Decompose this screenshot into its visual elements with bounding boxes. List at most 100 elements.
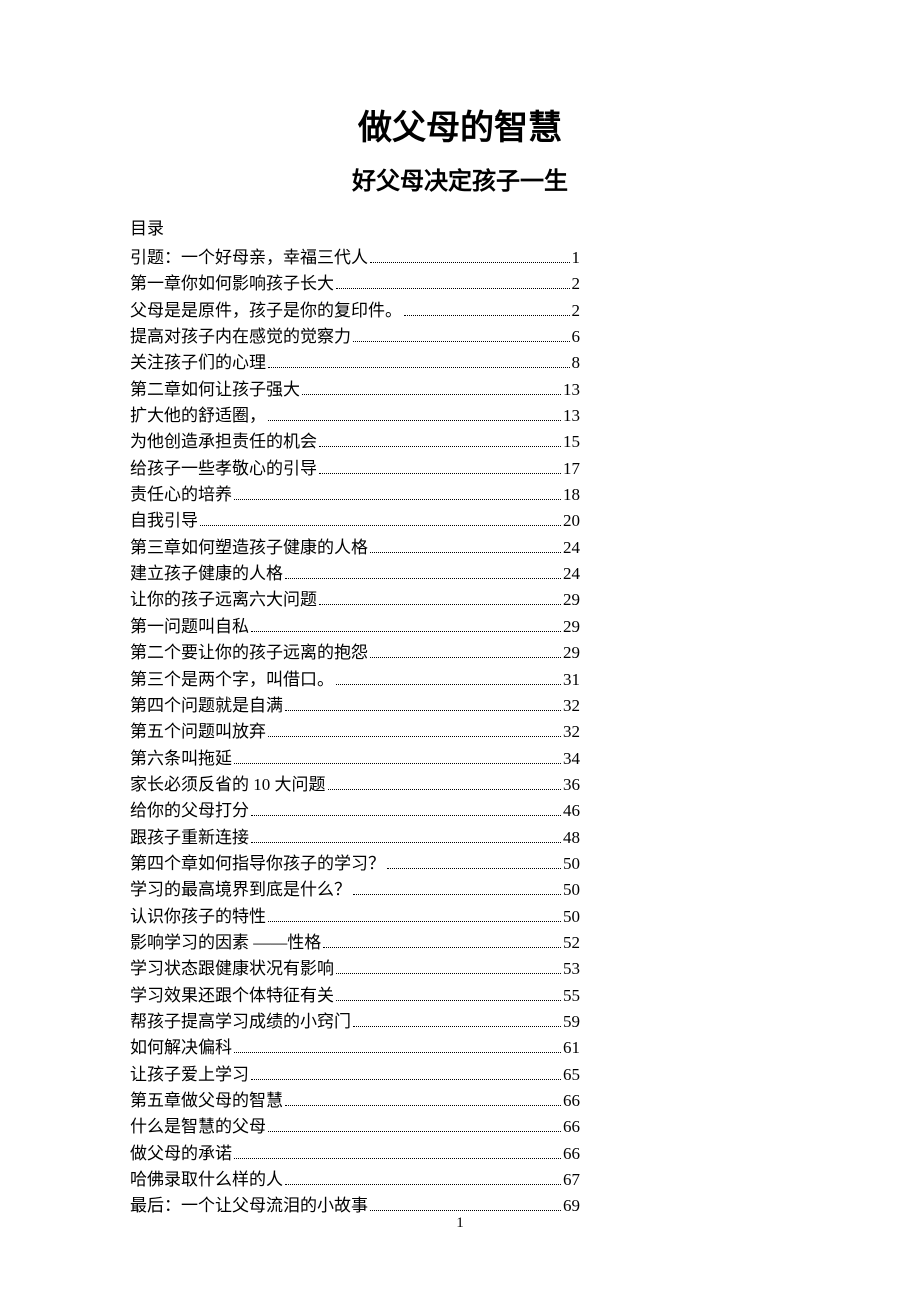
- toc-leader: [370, 552, 561, 553]
- toc-leader: [285, 710, 561, 711]
- toc-entry: 哈佛录取什么样的人 67: [130, 1167, 580, 1193]
- toc-label: 目录: [130, 214, 790, 239]
- toc-entry: 第三章如何塑造孩子健康的人格24: [130, 535, 580, 561]
- toc-entry-text: 第一问题叫自私: [130, 614, 249, 640]
- table-of-contents: 引题：一个好母亲，幸福三代人 1 第一章你如何影响孩子长大 2 父母是是原件，孩子是你的…: [130, 245, 790, 1220]
- toc-entry: 学习效果还跟个体特征有关 55: [130, 983, 580, 1009]
- toc-entry-text: 第一章你如何影响孩子长大: [130, 271, 334, 297]
- toc-entry-page: 13: [563, 403, 580, 429]
- toc-entry: 第五章做父母的智慧66: [130, 1088, 580, 1114]
- toc-leader: [285, 578, 561, 579]
- toc-leader: [319, 604, 561, 605]
- toc-leader: [251, 631, 561, 632]
- toc-entry-text: 学习效果还跟个体特征有关: [130, 983, 334, 1009]
- toc-leader: [336, 288, 570, 289]
- toc-entry-text: 第四个问题就是自满: [130, 693, 283, 719]
- toc-entry-text: 提高对孩子内在感觉的觉察力: [130, 324, 351, 350]
- toc-leader: [353, 1026, 561, 1027]
- toc-entry-page: 20: [563, 508, 580, 534]
- toc-leader: [268, 1131, 561, 1132]
- toc-leader: [234, 1158, 561, 1159]
- toc-entry: 第一章你如何影响孩子长大 2: [130, 271, 580, 297]
- toc-entry-page: 8: [572, 350, 581, 376]
- toc-entry-text: 跟孩子重新连接: [130, 825, 249, 851]
- toc-leader: [336, 1000, 561, 1001]
- toc-leader: [200, 525, 561, 526]
- toc-entry-page: 66: [563, 1141, 580, 1167]
- toc-entry-page: 2: [572, 271, 581, 297]
- toc-entry: 第四个章如何指导你孩子的学习？ 50: [130, 851, 580, 877]
- toc-entry-text: 建立孩子健康的人格: [130, 561, 283, 587]
- toc-entry-text: 第四个章如何指导你孩子的学习？: [130, 851, 385, 877]
- toc-entry-text: 让你的孩子远离六大问题: [130, 587, 317, 613]
- toc-leader: [328, 789, 562, 790]
- toc-entry-text: 影响学习的因素 ——性格: [130, 930, 321, 956]
- toc-entry: 学习状态跟健康状况有影响 53: [130, 956, 580, 982]
- toc-leader: [353, 341, 570, 342]
- toc-entry: 跟孩子重新连接 48: [130, 825, 580, 851]
- toc-entry-text: 第二章如何让孩子强大: [130, 377, 300, 403]
- toc-entry: 家长必须反省的 10 大问题36: [130, 772, 580, 798]
- toc-entry-page: 46: [563, 798, 580, 824]
- toc-entry: 学习的最高境界到底是什么？ 50: [130, 877, 580, 903]
- toc-entry: 第一问题叫自私29: [130, 614, 580, 640]
- toc-entry-text: 认识你孩子的特性: [130, 904, 266, 930]
- toc-entry: 责任心的培养 18: [130, 482, 580, 508]
- toc-leader: [251, 1079, 561, 1080]
- toc-entry: 为他创造承担责任的机会 15: [130, 429, 580, 455]
- toc-entry-page: 17: [563, 456, 580, 482]
- toc-entry-text: 学习的最高境界到底是什么？: [130, 877, 351, 903]
- toc-entry-text: 如何解决偏科: [130, 1035, 232, 1061]
- toc-leader: [319, 446, 561, 447]
- toc-entry-text: 第三章如何塑造孩子健康的人格: [130, 535, 368, 561]
- toc-entry: 让孩子爱上学习 65: [130, 1062, 580, 1088]
- toc-entry: 如何解决偏科 61: [130, 1035, 580, 1061]
- toc-entry-text: 责任心的培养: [130, 482, 232, 508]
- toc-entry: 影响学习的因素 ——性格52: [130, 930, 580, 956]
- toc-entry: 帮孩子提高学习成绩的小窍门59: [130, 1009, 580, 1035]
- toc-entry-text: 第五章做父母的智慧: [130, 1088, 283, 1114]
- toc-entry-text: 父母是是原件，孩子是你的复印件。: [130, 298, 402, 324]
- toc-entry-page: 15: [563, 429, 580, 455]
- toc-entry-page: 59: [563, 1009, 580, 1035]
- toc-entry: 第六条叫拖延 34: [130, 746, 580, 772]
- toc-entry-page: 50: [563, 904, 580, 930]
- toc-leader: [268, 367, 570, 368]
- toc-entry-text: 第三个是两个字，叫借口。: [130, 667, 334, 693]
- toc-entry: 给你的父母打分 46: [130, 798, 580, 824]
- toc-leader: [336, 684, 561, 685]
- toc-entry-text: 第五个问题叫放弃: [130, 719, 266, 745]
- toc-entry: 第二个要让你的孩子远离的抱怨29: [130, 640, 580, 666]
- toc-entry: 引题：一个好母亲，幸福三代人 1: [130, 245, 580, 271]
- toc-entry: 提高对孩子内在感觉的觉察力6: [130, 324, 580, 350]
- toc-entry-text: 家长必须反省的 10 大问题: [130, 772, 326, 798]
- toc-entry-text: 第六条叫拖延: [130, 746, 232, 772]
- toc-entry: 第五个问题叫放弃 32: [130, 719, 580, 745]
- toc-leader: [251, 842, 561, 843]
- toc-entry-text: 最后：一个让父母流泪的小故事: [130, 1193, 368, 1219]
- toc-entry-page: 65: [563, 1062, 580, 1088]
- toc-leader: [302, 394, 561, 395]
- toc-leader: [268, 921, 561, 922]
- toc-entry-page: 32: [563, 719, 580, 745]
- toc-entry-page: 24: [563, 561, 580, 587]
- toc-entry-text: 让孩子爱上学习: [130, 1062, 249, 1088]
- toc-entry-text: 扩大他的舒适圈，: [130, 403, 266, 429]
- toc-entry: 第四个问题就是自满32: [130, 693, 580, 719]
- toc-leader: [319, 473, 561, 474]
- toc-leader: [323, 947, 561, 948]
- toc-entry-page: 48: [563, 825, 580, 851]
- toc-entry-page: 13: [563, 377, 580, 403]
- toc-leader: [268, 420, 561, 421]
- toc-entry: 关注孩子们的心理 8: [130, 350, 580, 376]
- toc-leader: [370, 262, 570, 263]
- toc-entry-text: 引题：一个好母亲，幸福三代人: [130, 245, 368, 271]
- toc-entry-text: 什么是智慧的父母: [130, 1114, 266, 1140]
- toc-leader: [370, 657, 561, 658]
- toc-entry: 给孩子一些孝敬心的引导17: [130, 456, 580, 482]
- toc-entry-page: 29: [563, 587, 580, 613]
- toc-entry-page: 1: [572, 245, 581, 271]
- toc-entry: 做父母的承诺 66: [130, 1141, 580, 1167]
- toc-entry: 自我引导 20: [130, 508, 580, 534]
- toc-leader: [285, 1184, 561, 1185]
